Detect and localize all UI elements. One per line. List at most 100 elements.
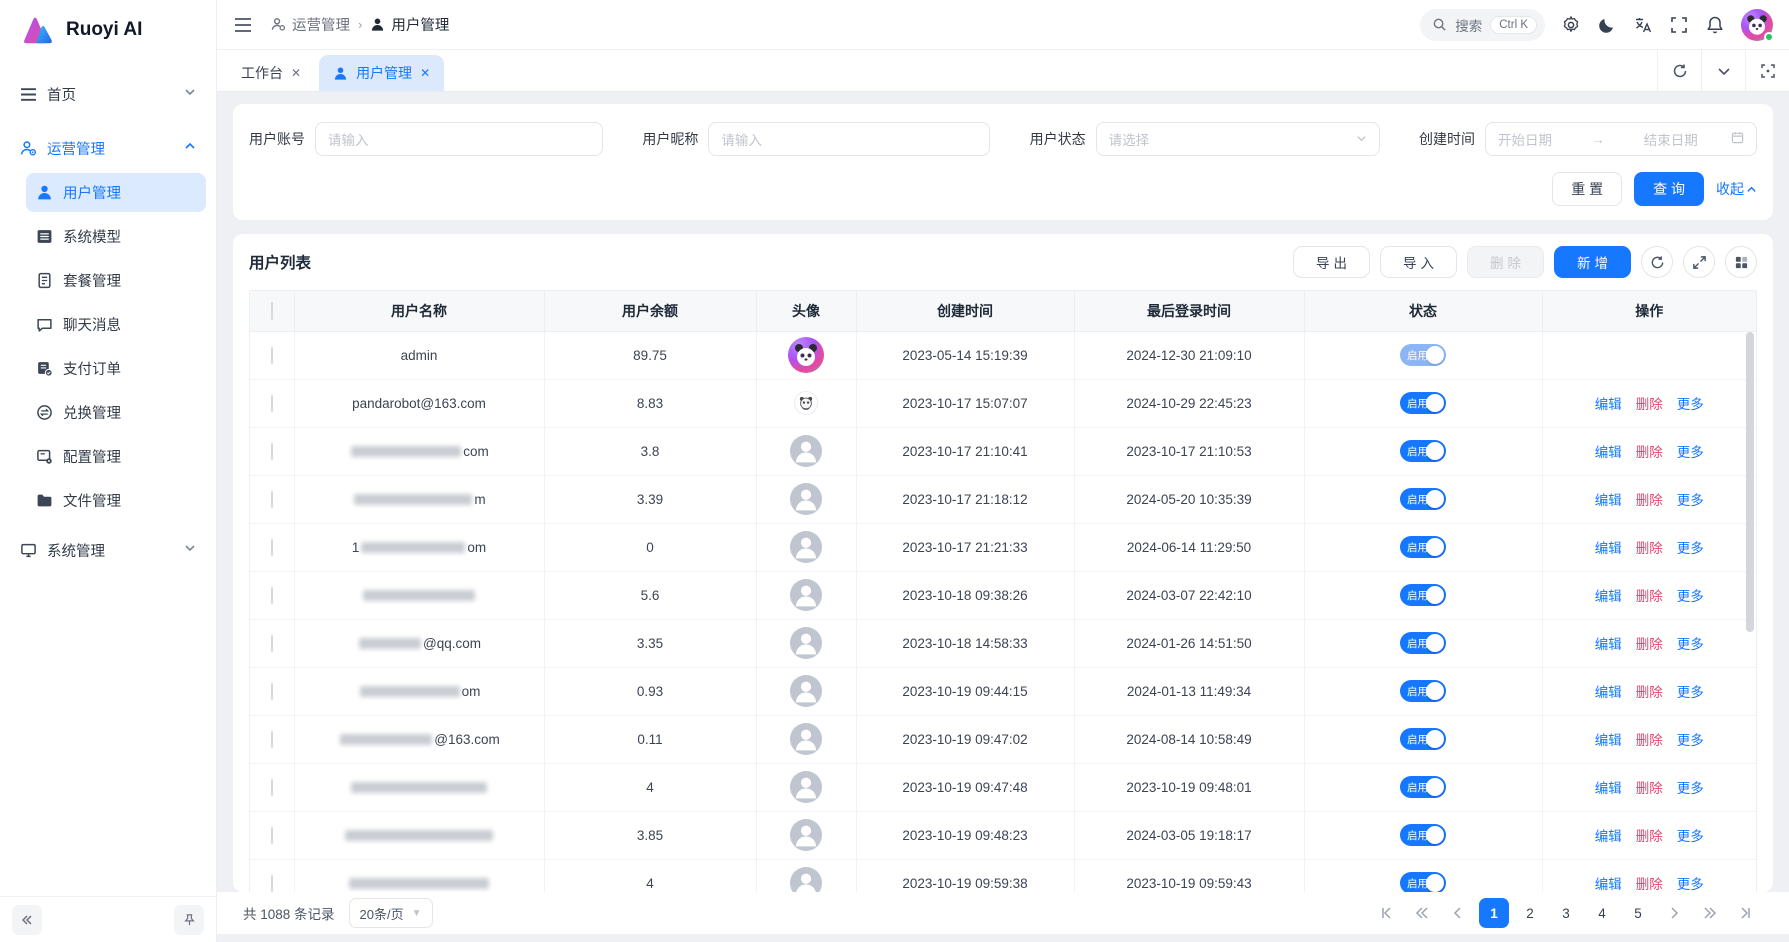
row-checkbox[interactable] <box>271 395 273 412</box>
status-toggle[interactable]: 启用 <box>1400 872 1446 892</box>
edit-link[interactable]: 编辑 <box>1595 637 1622 652</box>
edit-link[interactable]: 编辑 <box>1595 541 1622 556</box>
sidebar-item-file-management[interactable]: 文件管理 <box>26 481 206 520</box>
delete-link[interactable]: 删除 <box>1636 637 1663 652</box>
row-checkbox[interactable] <box>271 875 273 892</box>
delete-link[interactable]: 删除 <box>1636 589 1663 604</box>
sidebar-item-user-management[interactable]: 用户管理 <box>26 173 206 212</box>
status-select[interactable]: 请选择 <box>1096 122 1380 156</box>
row-checkbox[interactable] <box>271 491 273 508</box>
more-link[interactable]: 更多 <box>1677 493 1704 508</box>
more-link[interactable]: 更多 <box>1677 445 1704 460</box>
edit-link[interactable]: 编辑 <box>1595 445 1622 460</box>
breadcrumb-item-operations[interactable]: 运营管理 <box>271 14 350 35</box>
delete-link[interactable]: 删除 <box>1636 877 1663 892</box>
more-link[interactable]: 更多 <box>1677 397 1704 412</box>
delete-link[interactable]: 删除 <box>1636 493 1663 508</box>
status-toggle[interactable]: 启用 <box>1400 392 1446 414</box>
next-page-button[interactable] <box>1659 898 1689 928</box>
edit-link[interactable]: 编辑 <box>1595 733 1622 748</box>
sidebar-item-operations[interactable]: 运营管理 <box>10 128 206 168</box>
page-button-1[interactable]: 1 <box>1479 898 1509 928</box>
row-checkbox[interactable] <box>271 635 273 652</box>
row-checkbox[interactable] <box>271 779 273 796</box>
account-input[interactable]: 请输入 <box>315 122 603 156</box>
edit-link[interactable]: 编辑 <box>1595 397 1622 412</box>
user-avatar[interactable] <box>1741 9 1773 41</box>
row-checkbox[interactable] <box>271 683 273 700</box>
edit-link[interactable]: 编辑 <box>1595 493 1622 508</box>
close-icon[interactable]: ✕ <box>420 66 430 80</box>
edit-link[interactable]: 编辑 <box>1595 685 1622 700</box>
delete-button[interactable]: 删除 <box>1467 246 1544 278</box>
status-toggle[interactable]: 启用 <box>1400 440 1446 462</box>
fullscreen-icon[interactable] <box>1669 15 1689 35</box>
status-toggle[interactable]: 启用 <box>1400 632 1446 654</box>
edit-link[interactable]: 编辑 <box>1595 829 1622 844</box>
first-page-button[interactable] <box>1371 898 1401 928</box>
pin-icon[interactable] <box>174 905 204 935</box>
more-link[interactable]: 更多 <box>1677 589 1704 604</box>
row-checkbox[interactable] <box>271 827 273 844</box>
edit-link[interactable]: 编辑 <box>1595 877 1622 892</box>
refresh-icon[interactable] <box>1657 50 1701 91</box>
search-button[interactable]: 查 询 <box>1634 172 1704 206</box>
sidebar-item-config-management[interactable]: 配置管理 <box>26 437 206 476</box>
delete-link[interactable]: 删除 <box>1636 685 1663 700</box>
column-settings-icon[interactable] <box>1725 246 1757 278</box>
dark-mode-moon-icon[interactable] <box>1597 15 1617 35</box>
close-icon[interactable]: ✕ <box>291 66 301 80</box>
delete-link[interactable]: 删除 <box>1636 445 1663 460</box>
more-link[interactable]: 更多 <box>1677 733 1704 748</box>
row-checkbox[interactable] <box>271 731 273 748</box>
status-toggle[interactable]: 启用 <box>1400 680 1446 702</box>
sidebar-item-system-management[interactable]: 系统管理 <box>10 530 206 570</box>
refresh-icon[interactable] <box>1641 246 1673 278</box>
menu-toggle-icon[interactable] <box>233 15 253 35</box>
chevron-down-icon[interactable] <box>1701 50 1745 91</box>
status-toggle[interactable]: 启用 <box>1400 776 1446 798</box>
sidebar-item-payment-orders[interactable]: 支付订单 <box>26 349 206 388</box>
delete-link[interactable]: 删除 <box>1636 541 1663 556</box>
delete-link[interactable]: 删除 <box>1636 829 1663 844</box>
page-button-2[interactable]: 2 <box>1515 898 1545 928</box>
breadcrumb-item-users[interactable]: 用户管理 <box>370 14 449 35</box>
export-button[interactable]: 导出 <box>1293 246 1370 278</box>
select-all-checkbox[interactable] <box>271 302 273 320</box>
page-button-5[interactable]: 5 <box>1623 898 1653 928</box>
table-scrollbar[interactable] <box>1746 332 1754 892</box>
status-toggle[interactable]: 启用 <box>1400 536 1446 558</box>
last-page-button[interactable] <box>1731 898 1761 928</box>
delete-link[interactable]: 删除 <box>1636 733 1663 748</box>
jump-forward-button[interactable] <box>1695 898 1725 928</box>
more-link[interactable]: 更多 <box>1677 685 1704 700</box>
translate-icon[interactable] <box>1633 15 1653 35</box>
sidebar-item-exchange-management[interactable]: 兑换管理 <box>26 393 206 432</box>
more-link[interactable]: 更多 <box>1677 829 1704 844</box>
status-toggle[interactable]: 启用 <box>1400 824 1446 846</box>
nickname-input[interactable]: 请输入 <box>708 122 990 156</box>
sidebar-item-package-management[interactable]: 套餐管理 <box>26 261 206 300</box>
reset-button[interactable]: 重 置 <box>1552 172 1622 206</box>
delete-link[interactable]: 删除 <box>1636 781 1663 796</box>
date-range-picker[interactable]: 开始日期 → 结束日期 <box>1485 122 1757 156</box>
more-link[interactable]: 更多 <box>1677 781 1704 796</box>
jump-back-button[interactable] <box>1407 898 1437 928</box>
row-checkbox[interactable] <box>271 347 273 364</box>
global-search[interactable]: 搜索 Ctrl K <box>1420 9 1545 41</box>
sidebar-item-chat-messages[interactable]: 聊天消息 <box>26 305 206 344</box>
status-toggle[interactable]: 启用 <box>1400 728 1446 750</box>
status-toggle[interactable]: 启用 <box>1400 488 1446 510</box>
content-fullscreen-icon[interactable] <box>1745 50 1789 91</box>
status-toggle[interactable]: 启用 <box>1400 584 1446 606</box>
collapse-filter-link[interactable]: 收起 <box>1716 179 1757 199</box>
logo[interactable]: Ruoyi AI <box>0 0 216 60</box>
gear-icon[interactable] <box>1561 15 1581 35</box>
page-button-3[interactable]: 3 <box>1551 898 1581 928</box>
expand-icon[interactable] <box>1683 246 1715 278</box>
page-size-select[interactable]: 20条/页 ▼ <box>349 898 433 928</box>
add-button[interactable]: 新增 <box>1554 246 1631 278</box>
status-toggle[interactable]: 启用 <box>1400 344 1446 366</box>
tab-workbench[interactable]: 工作台 ✕ <box>227 55 315 91</box>
row-checkbox[interactable] <box>271 443 273 460</box>
